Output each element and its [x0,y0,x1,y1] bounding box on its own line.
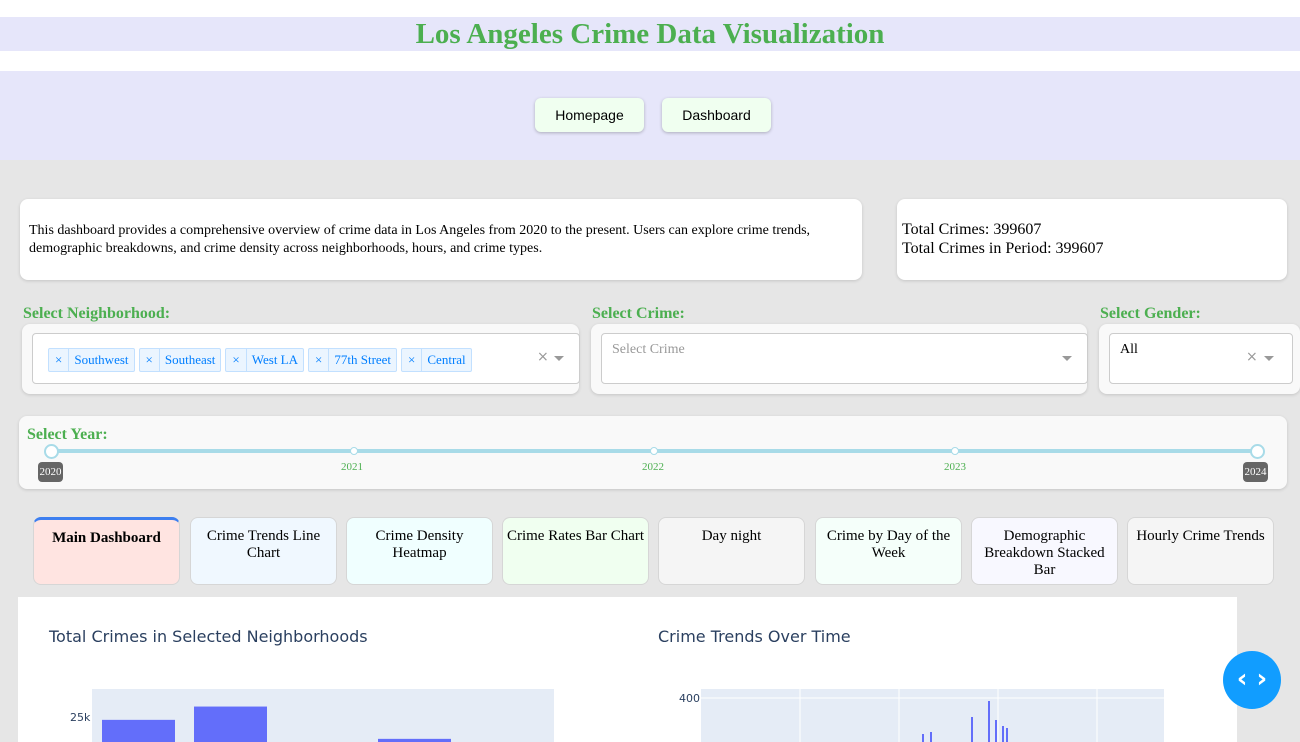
chevron-down-icon[interactable] [1264,356,1274,361]
remove-icon[interactable]: × [309,349,330,371]
bar [194,706,267,742]
chevron-down-icon[interactable] [554,356,564,361]
left-bar-chart [92,689,554,742]
gender-dropdown[interactable]: All × [1109,333,1293,384]
clear-icon[interactable]: × [1246,349,1258,365]
remove-icon[interactable]: × [140,349,160,371]
slider-mark-label: 2021 [341,461,363,473]
title-spacer [0,51,1300,71]
clear-icon[interactable]: × [537,349,549,365]
chip-77th-street[interactable]: × 77th Street [308,348,398,372]
remove-icon[interactable]: × [226,349,247,371]
neighborhood-dropdown[interactable]: × Southwest × Southeast × West LA × 77th Street… [32,333,580,384]
totals-card: Total Crimes: 399607 Total Crimes in Per… [897,199,1287,280]
crime-placeholder: Select Crime [612,342,685,357]
dashboard-button[interactable]: Dashboard [662,98,771,132]
tab-crime-rates-bar-chart[interactable]: Crime Rates Bar Chart [502,517,649,585]
slider-mark-dot [951,447,959,455]
gender-value: All [1120,342,1138,357]
description-card: This dashboard provides a comprehensive … [20,199,862,280]
slider-mark-label: 2022 [642,461,664,473]
slider-mark-dot [350,447,358,455]
neighborhood-label: Select Neighborhood: [23,305,171,322]
slider-tooltip-max: 2024 [1243,462,1268,482]
nav-bar [0,71,1300,160]
remove-icon[interactable]: × [402,349,423,371]
selected-chips: × Southwest × Southeast × West LA × 77th Street… [48,348,476,372]
crime-label: Select Crime: [592,305,685,322]
chevron-down-icon[interactable] [1062,356,1072,361]
total-crimes: Total Crimes: 399607 [902,221,1042,238]
year-slider-handle-min[interactable] [44,444,59,459]
chip-west-la[interactable]: × West LA [225,348,305,372]
homepage-button[interactable]: Homepage [535,98,644,132]
slider-mark-dot [650,447,658,455]
slider-tooltip-min: 2020 [38,462,63,482]
chip-southwest[interactable]: × Southwest [48,348,135,372]
tab-demographic-breakdown[interactable]: Demographic Breakdown Stacked Bar [971,517,1118,585]
tab-day-night[interactable]: Day night [658,517,805,585]
remove-icon[interactable]: × [49,349,70,371]
chip-southeast[interactable]: × Southeast [138,348,222,372]
year-slider-handle-max[interactable] [1250,444,1265,459]
crime-dropdown[interactable]: Select Crime [601,333,1088,384]
tab-crime-trends-line-chart[interactable]: Crime Trends Line Chart [190,517,337,585]
left-chart-title: Total Crimes in Selected Neighborhoods [49,627,368,646]
tab-main-dashboard[interactable]: Main Dashboard [33,517,180,585]
tab-hourly-crime-trends[interactable]: Hourly Crime Trends [1127,517,1274,585]
page-title: Los Angeles Crime Data Visualization [0,17,1300,51]
right-chart-title: Crime Trends Over Time [658,627,851,646]
total-crimes-period: Total Crimes in Period: 399607 [902,240,1104,257]
plot-background [701,689,1164,742]
code-brackets-icon[interactable]: ‹ › [1223,651,1281,709]
right-ytick: 400 [679,692,700,705]
gender-label: Select Gender: [1100,305,1201,322]
description-text: This dashboard provides a comprehensive … [29,223,811,256]
top-spacer [0,0,1300,17]
tab-crime-by-day-of-week[interactable]: Crime by Day of the Week [815,517,962,585]
year-label: Select Year: [27,426,108,443]
bar [102,719,175,742]
right-line-chart [701,689,1164,742]
left-ytick: 25k [70,711,91,724]
slider-mark-label: 2023 [944,461,966,473]
chip-central[interactable]: × Central [401,348,472,372]
tab-crime-density-heatmap[interactable]: Crime Density Heatmap [346,517,493,585]
